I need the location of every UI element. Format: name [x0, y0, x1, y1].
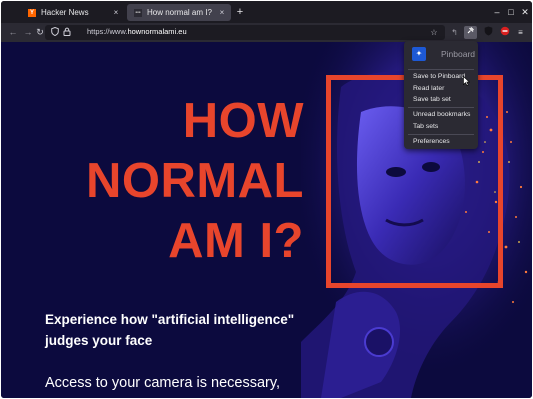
pinboard-popup-header: ✦ Pinboard	[404, 41, 478, 67]
pinboard-popup-title: Pinboard	[441, 49, 476, 59]
adblock-icon[interactable]	[498, 26, 511, 39]
menu-item-save-to-pinboard[interactable]: Save to Pinboard	[413, 73, 465, 80]
lock-icon[interactable]	[62, 27, 72, 38]
menu-item-save-tab-set[interactable]: Save tab set	[413, 96, 451, 103]
hero-subtitle: Experience how "artificial intelligence"…	[45, 312, 295, 348]
close-window-button[interactable]: ✕	[519, 5, 531, 19]
tab-strip: Y Hacker News × ••• How normal am I? × +…	[1, 1, 532, 23]
popup-divider	[408, 134, 474, 135]
hero-title: HOW NORMAL AM I?	[61, 91, 304, 271]
bookmark-star-icon[interactable]: ☆	[429, 27, 439, 38]
tab-hacker-news[interactable]: Y Hacker News ×	[21, 4, 125, 21]
close-tab-icon[interactable]: ×	[110, 8, 122, 17]
pinboard-popup: ✦ Pinboard Save to Pinboard Read later S…	[404, 41, 478, 149]
hero-title-line: NORMAL	[85, 154, 304, 208]
mouse-cursor-icon	[463, 76, 470, 86]
pinboard-logo-icon: ✦	[412, 47, 426, 61]
menu-item-unread-bookmarks[interactable]: Unread bookmarks	[413, 111, 470, 118]
forward-icon[interactable]: →	[22, 26, 34, 39]
camera-access-text: Access to your camera is necessary,	[45, 375, 281, 391]
hero-title-line: HOW	[182, 94, 304, 148]
tab-title: How normal am I?	[147, 8, 212, 17]
ublock-icon[interactable]	[482, 26, 495, 39]
popup-divider	[408, 69, 474, 70]
close-tab-icon[interactable]: ×	[216, 8, 228, 17]
shield-icon[interactable]	[50, 26, 60, 38]
popup-divider	[408, 107, 474, 108]
hero-title-line: AM I?	[168, 214, 304, 268]
menu-item-read-later[interactable]: Read later	[413, 85, 444, 92]
address-bar[interactable]: https://www.hownormalami.eu ☆	[45, 25, 445, 40]
maximize-button[interactable]: □	[505, 5, 517, 19]
tab-title: Hacker News	[41, 8, 89, 17]
back-icon[interactable]: ←	[7, 26, 19, 39]
tab-how-normal-am-i[interactable]: ••• How normal am I? ×	[127, 4, 231, 21]
new-tab-button[interactable]: +	[234, 5, 246, 19]
hn-favicon-icon: Y	[28, 8, 36, 17]
minimize-button[interactable]: –	[491, 5, 503, 19]
reader-icon[interactable]: ↰	[448, 26, 461, 39]
url-host: hownormalami.eu	[127, 27, 187, 36]
url-text: https://www.hownormalami.eu	[87, 27, 187, 36]
menu-item-preferences[interactable]: Preferences	[413, 138, 450, 145]
navigation-toolbar: ← → ↻ https://www.hownormalami.eu ☆ ↰ ≡	[1, 23, 532, 42]
browser-window: Y Hacker News × ••• How normal am I? × +…	[1, 1, 532, 398]
menu-icon[interactable]: ≡	[514, 26, 527, 39]
hownormalami-favicon-icon: •••	[134, 8, 142, 17]
url-scheme: https://www.	[87, 27, 128, 36]
pinboard-extension-icon[interactable]	[464, 26, 477, 39]
menu-item-tab-sets[interactable]: Tab sets	[413, 123, 438, 130]
